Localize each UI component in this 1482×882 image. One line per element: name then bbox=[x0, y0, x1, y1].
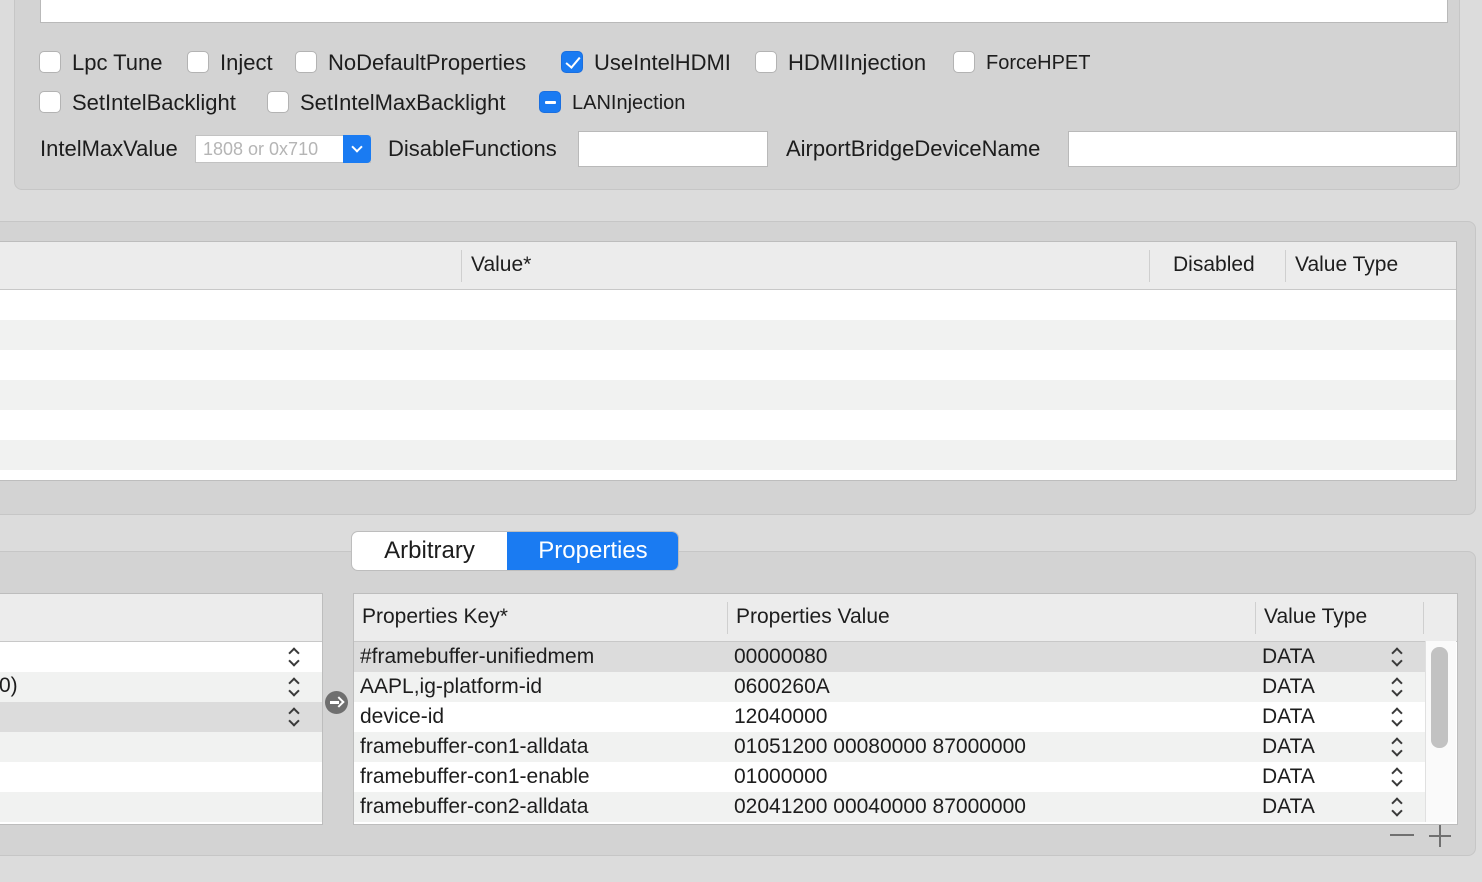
inject-label: Inject bbox=[220, 50, 273, 75]
tab-arbitrary[interactable]: Arbitrary bbox=[352, 532, 508, 570]
arrow-right-circle-icon[interactable] bbox=[325, 691, 348, 714]
dropdown-chevron-icon[interactable] bbox=[343, 135, 371, 163]
property-value: 01000000 bbox=[734, 765, 828, 788]
force-hpet-label: ForceHPET bbox=[986, 52, 1091, 74]
property-key: AAPL,ig-platform-id bbox=[360, 675, 543, 698]
property-key: #framebuffer-unifiedmem bbox=[360, 645, 595, 668]
airport-bridge-label: AirportBridgeDeviceName bbox=[786, 136, 1041, 161]
lpc-tune-label: Lpc Tune bbox=[72, 50, 163, 75]
table-row[interactable]: AAPL,ig-platform-id 0600260A DATA bbox=[354, 672, 1431, 702]
table-header: Value* Disabled Value Type bbox=[0, 242, 1456, 290]
table-row[interactable]: device-id 12040000 DATA bbox=[354, 702, 1431, 732]
force-hpet-checkbox[interactable] bbox=[953, 51, 975, 73]
column-header-value-type[interactable]: Value Type bbox=[1295, 253, 1398, 277]
table-header: Properties Key* Properties Value Value T… bbox=[354, 594, 1457, 642]
hdmi-injection-label: HDMIInjection bbox=[788, 50, 927, 75]
property-value: 12040000 bbox=[734, 705, 828, 728]
no-default-properties-checkbox[interactable] bbox=[295, 51, 317, 73]
column-header-value-type[interactable]: Value Type bbox=[1264, 605, 1367, 629]
table-row[interactable] bbox=[0, 732, 322, 762]
hdmi-injection-checkbox[interactable] bbox=[755, 51, 777, 73]
stepper-icon[interactable] bbox=[1391, 706, 1403, 728]
stepper-icon[interactable] bbox=[288, 676, 300, 698]
intel-max-value-combobox[interactable]: 1808 or 0x710 bbox=[195, 135, 371, 163]
stepper-icon[interactable] bbox=[1391, 766, 1403, 788]
scrollbar-thumb[interactable] bbox=[1431, 647, 1448, 748]
table-row[interactable] bbox=[0, 642, 322, 672]
stepper-icon[interactable] bbox=[1391, 676, 1403, 698]
intel-max-value-label: IntelMaxValue bbox=[40, 136, 178, 161]
lan-injection-checkbox[interactable] bbox=[539, 91, 561, 113]
inject-checkbox[interactable] bbox=[187, 51, 209, 73]
plus-icon[interactable] bbox=[1439, 825, 1441, 847]
property-key: framebuffer-con2-alldata bbox=[360, 795, 589, 818]
disable-functions-field[interactable] bbox=[578, 131, 768, 167]
property-value: 02041200 00040000 87000000 bbox=[734, 795, 1026, 818]
stepper-icon[interactable] bbox=[1391, 646, 1403, 668]
column-header-properties-key[interactable]: Properties Key* bbox=[362, 605, 508, 629]
use-intel-hdmi-label: UseIntelHDMI bbox=[594, 50, 731, 75]
stepper-icon[interactable] bbox=[288, 706, 300, 728]
property-key: framebuffer-con1-enable bbox=[360, 765, 590, 788]
property-key: device-id bbox=[360, 705, 445, 728]
properties-table[interactable]: Properties Key* Properties Value Value T… bbox=[353, 593, 1458, 825]
devices-table[interactable]: 0) bbox=[0, 593, 323, 825]
lpc-tune-checkbox[interactable] bbox=[39, 51, 61, 73]
property-type: DATA bbox=[1262, 795, 1315, 818]
property-type: DATA bbox=[1262, 645, 1315, 668]
intel-max-value-placeholder: 1808 or 0x710 bbox=[203, 139, 319, 159]
property-type: DATA bbox=[1262, 735, 1315, 758]
column-header-disabled[interactable]: Disabled bbox=[1173, 253, 1255, 277]
property-value: 00000080 bbox=[734, 645, 828, 668]
arbitrary-table[interactable]: Value* Disabled Value Type bbox=[0, 241, 1457, 481]
table-row[interactable] bbox=[0, 320, 1456, 350]
table-row[interactable] bbox=[0, 380, 1456, 410]
lan-injection-label: LANInjection bbox=[572, 92, 686, 114]
table-row[interactable]: 0) bbox=[0, 672, 322, 702]
column-header-value[interactable]: Value* bbox=[471, 253, 531, 277]
table-row[interactable]: #framebuffer-unifiedmem 00000080 DATA bbox=[354, 642, 1431, 672]
table-header bbox=[0, 594, 322, 642]
table-row[interactable] bbox=[0, 702, 322, 732]
use-intel-hdmi-checkbox[interactable] bbox=[561, 51, 583, 73]
airport-bridge-field[interactable] bbox=[1068, 131, 1457, 167]
property-value: 01051200 00080000 87000000 bbox=[734, 735, 1026, 758]
property-type: DATA bbox=[1262, 675, 1315, 698]
disable-functions-label: DisableFunctions bbox=[388, 136, 557, 161]
segmented-control: Arbitrary Properties bbox=[351, 531, 679, 571]
property-key: framebuffer-con1-alldata bbox=[360, 735, 589, 758]
stepper-icon[interactable] bbox=[288, 646, 300, 668]
table-row[interactable] bbox=[0, 792, 322, 822]
stepper-icon[interactable] bbox=[1391, 736, 1403, 758]
no-default-properties-label: NoDefaultProperties bbox=[328, 50, 527, 75]
minus-icon[interactable] bbox=[1390, 834, 1414, 836]
top-text-field[interactable] bbox=[40, 0, 1448, 23]
set-intel-max-backlight-label: SetIntelMaxBacklight bbox=[300, 90, 506, 115]
stepper-icon[interactable] bbox=[1391, 796, 1403, 818]
table-row[interactable]: framebuffer-con1-enable 01000000 DATA bbox=[354, 762, 1431, 792]
table-row[interactable]: framebuffer-con1-alldata 01051200 000800… bbox=[354, 732, 1431, 762]
property-type: DATA bbox=[1262, 705, 1315, 728]
property-type: DATA bbox=[1262, 765, 1315, 788]
tab-properties[interactable]: Properties bbox=[507, 532, 678, 570]
property-value: 0600260A bbox=[734, 675, 830, 698]
set-intel-backlight-checkbox[interactable] bbox=[39, 91, 61, 113]
table-row[interactable] bbox=[0, 440, 1456, 470]
column-header-properties-value[interactable]: Properties Value bbox=[736, 605, 890, 629]
set-intel-backlight-label: SetIntelBacklight bbox=[72, 90, 236, 115]
set-intel-max-backlight-checkbox[interactable] bbox=[267, 91, 289, 113]
cell-text: 0) bbox=[0, 674, 18, 697]
table-row[interactable]: framebuffer-con2-alldata 02041200 000400… bbox=[354, 792, 1431, 822]
